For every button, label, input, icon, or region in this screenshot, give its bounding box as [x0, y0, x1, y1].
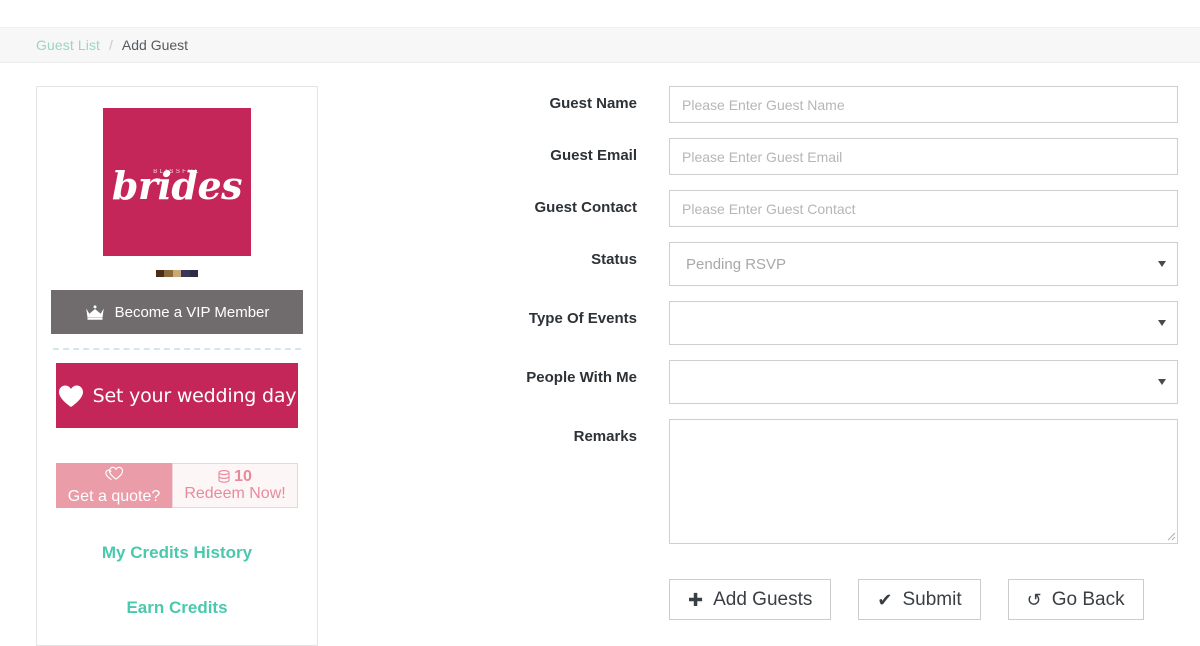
people-with-me-select[interactable]: [669, 360, 1178, 404]
swatch-chip: [164, 270, 173, 277]
form-actions: ✚ Add Guests ✔ Submit ↺ Go Back: [669, 579, 1200, 620]
add-guest-form: Guest Name Guest Email Guest Contact Sta…: [318, 86, 1200, 620]
guest-name-input[interactable]: [669, 86, 1178, 123]
breadcrumb: Guest List / Add Guest: [0, 27, 1200, 63]
redeem-credits-row: 10: [218, 467, 252, 486]
form-row-status: Status Pending RSVP: [352, 242, 1200, 286]
status-select[interactable]: Pending RSVP: [669, 242, 1178, 286]
guest-email-input[interactable]: [669, 138, 1178, 175]
vip-button-label: Become a VIP Member: [114, 303, 270, 321]
label-people-with-me: People With Me: [526, 369, 637, 386]
wedding-banner-label: Set your wedding day: [92, 384, 297, 407]
type-of-events-select[interactable]: [669, 301, 1178, 345]
field-wrap-remarks: [669, 419, 1178, 544]
field-wrap-people-with-me: [669, 360, 1178, 404]
form-row-people-with-me: People With Me: [352, 360, 1200, 404]
form-row-guest-email: Guest Email: [352, 138, 1200, 175]
brand-logo: BLISSFUL brides: [37, 87, 317, 256]
form-row-remarks: Remarks: [352, 419, 1200, 544]
check-icon: ✔: [877, 589, 893, 610]
chevron-down-icon: [1158, 320, 1166, 326]
field-wrap-type-of-events: [669, 301, 1178, 345]
field-wrap-guest-email: [669, 138, 1178, 175]
breadcrumb-separator: /: [109, 37, 113, 53]
crown-icon: [85, 304, 104, 320]
my-credits-history-link[interactable]: My Credits History: [37, 543, 317, 563]
field-wrap-guest-contact: [669, 190, 1178, 227]
go-back-button[interactable]: ↺ Go Back: [1007, 579, 1144, 620]
breadcrumb-current-add-guest: Add Guest: [121, 37, 189, 53]
submit-button-label: Submit: [902, 588, 962, 610]
chevron-down-icon: [1158, 379, 1166, 385]
label-type-of-events: Type Of Events: [528, 310, 637, 327]
label-guest-email: Guest Email: [550, 147, 637, 164]
redeem-now-label: Redeem Now!: [184, 484, 286, 502]
guest-contact-input[interactable]: [669, 190, 1178, 227]
plus-icon: ✚: [688, 589, 704, 610]
double-heart-icon: [105, 466, 123, 481]
swatch-chip: [156, 270, 165, 277]
label-status: Status: [591, 251, 637, 268]
quote-promo-row[interactable]: Get a quote? 10 Redeem Now!: [56, 463, 298, 508]
submit-button[interactable]: ✔ Submit: [858, 579, 981, 620]
color-swatch-strip: [37, 269, 317, 278]
undo-icon: ↺: [1026, 589, 1042, 610]
logo-kicker-text: BLISSFUL: [153, 169, 201, 175]
get-a-quote-button[interactable]: Get a quote?: [56, 463, 172, 508]
earn-credits-link[interactable]: Earn Credits: [37, 598, 317, 618]
form-row-type-of-events: Type Of Events: [352, 301, 1200, 345]
add-guests-button-label: Add Guests: [713, 588, 813, 610]
status-select-value: Pending RSVP: [686, 255, 787, 273]
label-remarks: Remarks: [573, 428, 637, 445]
redeem-now-button[interactable]: 10 Redeem Now!: [172, 463, 298, 508]
become-vip-member-button[interactable]: Become a VIP Member: [51, 290, 303, 334]
swatch: [155, 269, 199, 278]
swatch-chip: [181, 270, 190, 277]
swatch-chip: [172, 270, 182, 277]
get-a-quote-label: Get a quote?: [67, 488, 161, 505]
label-guest-contact: Guest Contact: [534, 199, 637, 216]
field-wrap-guest-name: [669, 86, 1178, 123]
breadcrumb-link-guest-list[interactable]: Guest List: [36, 37, 100, 53]
page-body: BLISSFUL brides Become a VIP Member Set …: [0, 63, 1200, 646]
swatch-chip: [189, 270, 199, 277]
logo-box: BLISSFUL brides: [103, 108, 251, 256]
label-guest-name: Guest Name: [549, 95, 637, 112]
chevron-down-icon: [1158, 261, 1166, 267]
remarks-textarea[interactable]: [669, 419, 1178, 544]
set-wedding-day-banner[interactable]: Set your wedding day: [56, 363, 298, 428]
redeem-credits-count: 10: [234, 467, 252, 485]
sidebar-panel: BLISSFUL brides Become a VIP Member Set …: [36, 86, 318, 646]
add-guests-button[interactable]: ✚ Add Guests: [669, 579, 832, 620]
form-row-guest-contact: Guest Contact: [352, 190, 1200, 227]
go-back-button-label: Go Back: [1051, 588, 1125, 610]
dashed-divider: [53, 348, 301, 350]
coins-icon: [218, 470, 230, 483]
field-wrap-status: Pending RSVP: [669, 242, 1178, 286]
top-spacer: [0, 0, 1200, 27]
heart-icon: [58, 385, 83, 407]
form-row-guest-name: Guest Name: [352, 86, 1200, 123]
